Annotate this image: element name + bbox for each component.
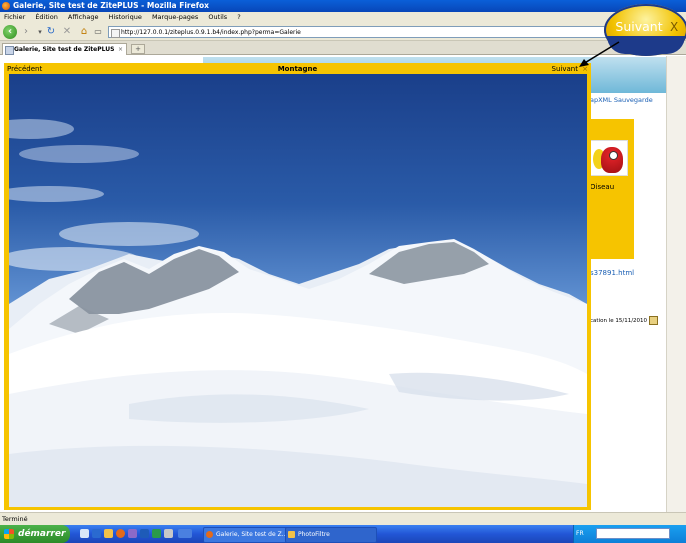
- thumbnail-label: Oiseau: [590, 183, 615, 191]
- lightbox-previous-link[interactable]: Précédent: [7, 64, 67, 74]
- page-icon: ▭: [94, 27, 102, 36]
- gallery-thumbnail-parrot[interactable]: [590, 140, 628, 176]
- quicklaunch-ie-icon[interactable]: [92, 529, 101, 538]
- quicklaunch-app-icon[interactable]: [128, 529, 137, 538]
- menu-help[interactable]: ?: [237, 13, 240, 21]
- task-firefox[interactable]: Galerie, Site test de Z...: [203, 527, 295, 543]
- tab-favicon-icon: [5, 46, 14, 55]
- publication-info: cation le 15/11/2010: [590, 316, 666, 326]
- firefox-task-icon: [206, 531, 213, 538]
- callout-arrow: [579, 41, 620, 67]
- lightbox-next-link[interactable]: Suivant: [536, 64, 578, 74]
- language-indicator[interactable]: FR: [576, 529, 588, 539]
- lightbox-photo-mountain: [9, 74, 587, 507]
- quicklaunch-explorer-icon[interactable]: [104, 529, 113, 538]
- home-icon[interactable]: ⌂: [77, 25, 91, 39]
- status-text: Terminé: [2, 515, 28, 523]
- task-photofiltre[interactable]: PhotoFiltre: [285, 527, 377, 543]
- menu-fichier[interactable]: Fichier: [4, 13, 25, 21]
- start-button[interactable]: démarrer: [0, 525, 70, 543]
- windows-logo-icon: [4, 529, 14, 539]
- menu-marque-pages[interactable]: Marque-pages: [152, 13, 198, 21]
- forward-button[interactable]: ›: [19, 25, 33, 39]
- menu-outils[interactable]: Outils: [208, 13, 227, 21]
- page-scrollbar[interactable]: [666, 56, 686, 512]
- quicklaunch-excel-icon[interactable]: [152, 529, 161, 538]
- menu-bar: Fichier Édition Affichage Historique Mar…: [0, 12, 686, 23]
- callout-label: Suivant: [615, 19, 663, 34]
- site-identity-icon: [111, 29, 120, 38]
- page-link[interactable]: s37891.html: [590, 268, 666, 278]
- reload-icon[interactable]: ↻: [44, 25, 58, 39]
- quicklaunch-desktop-icon[interactable]: [80, 529, 89, 538]
- back-button[interactable]: ‹: [3, 25, 17, 39]
- quicklaunch-word-icon[interactable]: [140, 529, 149, 538]
- edit-icon[interactable]: [649, 316, 659, 325]
- tray-search-box[interactable]: [596, 528, 670, 539]
- quicklaunch-firefox-icon[interactable]: [116, 529, 125, 538]
- window-title-bar: Galerie, Site test de ZitePLUS - Mozilla…: [0, 0, 686, 12]
- quicklaunch-tool-icon[interactable]: [164, 529, 173, 538]
- callout-close-icon: X: [670, 20, 679, 34]
- tray-clock[interactable]: [672, 526, 686, 542]
- publication-date: cation le 15/11/2010: [590, 318, 648, 324]
- start-label: démarrer: [18, 529, 66, 539]
- menu-historique[interactable]: Historique: [109, 13, 142, 21]
- page-nav-links[interactable]: apXML Sauvegarde: [590, 94, 666, 106]
- tab-close-icon[interactable]: ×: [118, 44, 123, 55]
- window-title: Galerie, Site test de ZitePLUS - Mozilla…: [13, 1, 209, 10]
- tab-title: Galerie, Site test de ZitePLUS: [14, 46, 115, 53]
- task-label: PhotoFiltre: [298, 531, 330, 538]
- task-label: Galerie, Site test de Z...: [216, 531, 288, 538]
- firefox-icon: [2, 2, 10, 10]
- address-url: http://127.0.0.1/ziteplus.0.9.1.b4/index…: [121, 29, 301, 36]
- lightbox-title: Montagne: [277, 65, 318, 73]
- address-bar[interactable]: http://127.0.0.1/ziteplus.0.9.1.b4/index…: [108, 26, 686, 38]
- menu-edition[interactable]: Édition: [35, 13, 58, 21]
- menu-affichage[interactable]: Affichage: [68, 13, 99, 21]
- stop-icon[interactable]: ✕: [60, 25, 74, 39]
- new-tab-button[interactable]: +: [131, 44, 145, 54]
- photofiltre-task-icon: [288, 531, 295, 538]
- status-bar: Terminé: [0, 512, 686, 525]
- quicklaunch-more-icon[interactable]: [178, 529, 192, 538]
- navigation-toolbar: ‹ › ▾ ↻ ✕ ⌂ ▭ http://127.0.0.1/ziteplus.…: [0, 23, 686, 41]
- tab-galerie[interactable]: Galerie, Site test de ZitePLUS ×: [2, 43, 127, 55]
